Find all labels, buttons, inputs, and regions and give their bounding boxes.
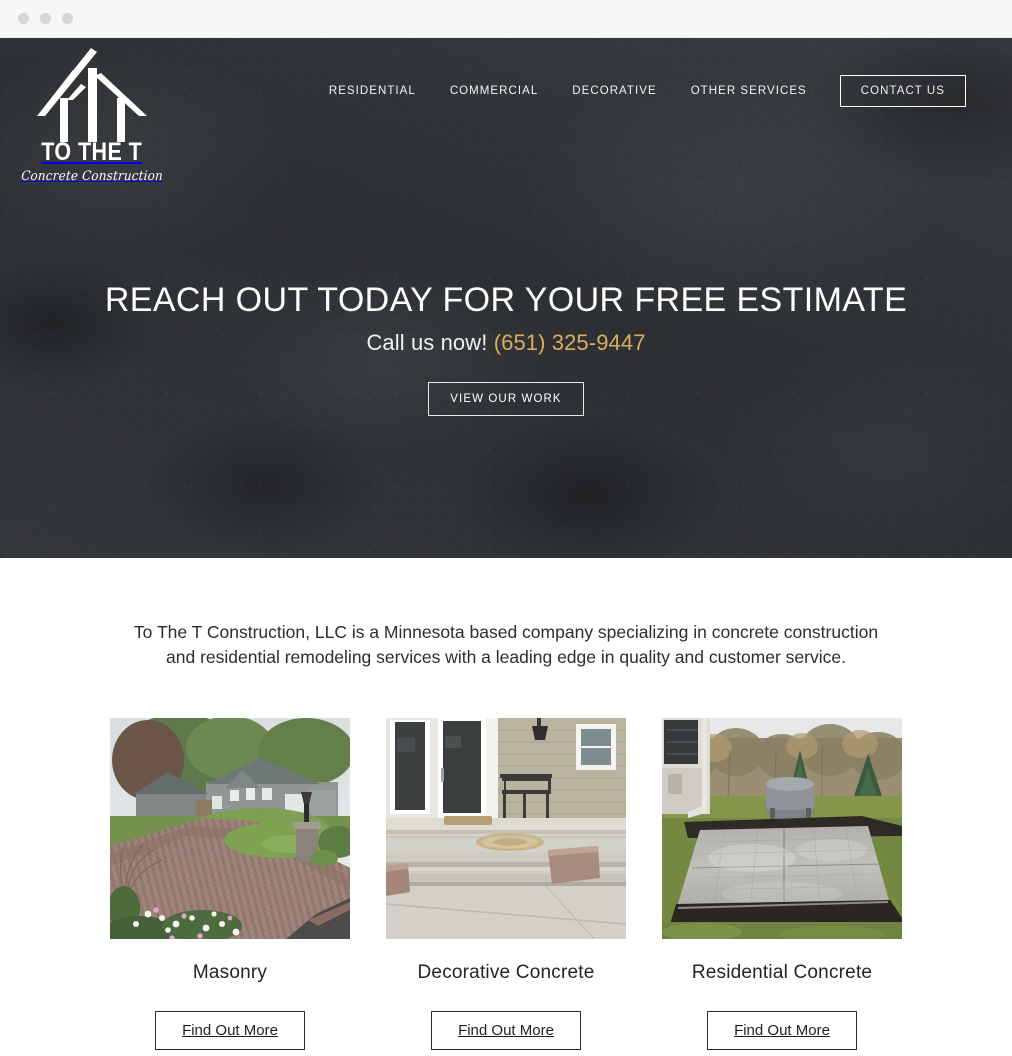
contact-us-button[interactable]: CONTACT US [839,74,966,107]
decorative-concrete-find-out-more-button[interactable]: Find Out More [431,1010,581,1050]
hero-copy-block: REACH OUT TODAY FOR YOUR FREE ESTIMATE C… [0,281,1012,417]
service-card-decorative-concrete: Decorative Concrete Find Out More [386,717,626,1050]
paver-driveway-photo [110,717,350,939]
concrete-patio-photo [386,717,626,939]
masonry-find-out-more-button[interactable]: Find Out More [155,1010,305,1050]
service-card-masonry: Masonry Find Out More [110,717,350,1050]
hero-call-label: Call us now! [366,330,488,356]
intro-section: To The T Construction, LLC is a Minnesot… [0,558,1012,1056]
hero-subheadline: Call us now! (651) 325-9447 [0,330,1012,356]
service-card-list: Masonry Find Out More Decorative Concret… [0,717,1012,1056]
hero-section: TO THE T Concrete Construction RESIDENTI… [0,38,1012,558]
nav-item-other-services[interactable]: OTHER SERVICES [674,85,824,97]
service-card-residential-concrete: Residential Concrete Find Out More [662,717,902,1050]
view-our-work-button[interactable]: VIEW OUR WORK [428,382,584,417]
site-logo[interactable]: TO THE T Concrete Construction [20,46,164,196]
roof-truss-logo-icon [37,48,147,142]
wet-concrete-patio-photo [662,717,902,939]
masonry-card-image[interactable] [110,717,350,939]
logo-tagline: Concrete Construction [20,169,164,184]
residential-concrete-card-image[interactable] [662,717,902,939]
site-header: TO THE T Concrete Construction RESIDENTI… [0,38,1012,184]
window-maximize-dot[interactable] [62,13,73,24]
decorative-concrete-card-image[interactable] [386,717,626,939]
hero-headline: REACH OUT TODAY FOR YOUR FREE ESTIMATE [104,281,908,319]
window-minimize-dot[interactable] [40,13,51,24]
residential-concrete-card-title: Residential Concrete [691,961,873,983]
residential-concrete-find-out-more-button[interactable]: Find Out More [707,1010,857,1050]
logo-company-name: TO THE T [41,138,143,166]
window-close-dot[interactable] [18,13,29,24]
nav-item-residential[interactable]: RESIDENTIAL [312,85,433,97]
primary-navigation: RESIDENTIAL COMMERCIAL DECORATIVE OTHER … [312,38,966,143]
intro-paragraph: To The T Construction, LLC is a Minnesot… [133,622,879,667]
hero-phone-number[interactable]: (651) 325-9447 [494,330,646,355]
masonry-card-title: Masonry [192,961,268,983]
decorative-concrete-card-title: Decorative Concrete [417,961,595,983]
browser-chrome-bar [0,0,1012,38]
nav-item-commercial[interactable]: COMMERCIAL [433,85,555,97]
nav-item-decorative[interactable]: DECORATIVE [555,85,673,97]
